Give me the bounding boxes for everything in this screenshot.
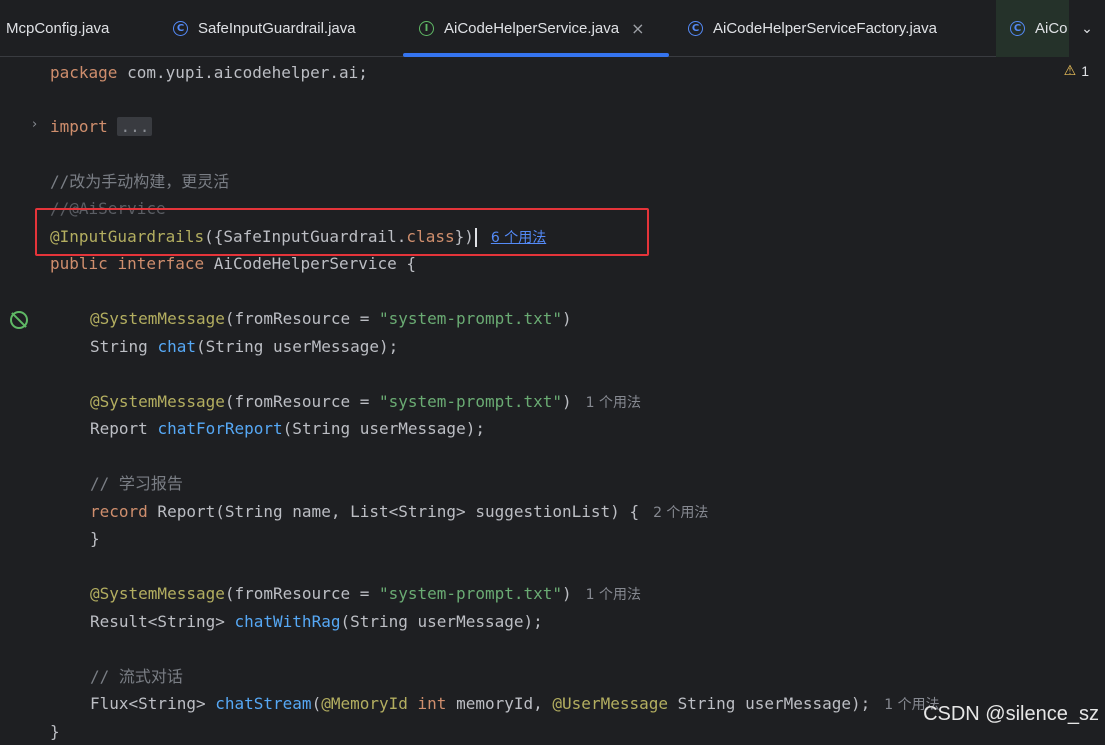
code-line: Report chatForReport(String userMessage)… [90,419,485,438]
code-editor[interactable]: package com.yupi.aicodehelper.ai; import… [50,57,1105,741]
class-icon: C [1010,21,1025,36]
code-line: Result<String> chatWithRag(String userMe… [90,612,543,631]
implementation-gutter-icon[interactable] [10,311,28,329]
code-line: @SystemMessage(fromResource = "system-pr… [90,392,642,411]
code-line: @SystemMessage(fromResource = "system-pr… [90,584,642,603]
tab-label: AiCo [1035,20,1068,37]
tab-label: McpConfig.java [6,20,110,37]
usages-hint[interactable]: 2 个用法 [653,505,708,521]
code-line: Flux<String> chatStream(@MemoryId int me… [90,694,940,713]
code-line: package com.yupi.aicodehelper.ai; [50,63,368,82]
tab-ai-code-helper-service-factory[interactable]: C AiCodeHelperServiceFactory.java [688,0,937,57]
code-line: // 流式对话 [90,667,183,686]
folded-imports[interactable]: ... [117,117,153,136]
class-icon: C [173,21,188,36]
interface-icon: I [419,21,434,36]
usages-hint[interactable]: 1 个用法 [586,587,641,603]
code-line: String chat(String userMessage); [90,337,399,356]
class-icon: C [688,21,703,36]
highlight-annotation-box [35,208,649,256]
fold-chevron-icon[interactable]: › [32,117,37,132]
tab-safe-input-guardrail[interactable]: C SafeInputGuardrail.java [173,0,356,57]
code-line: // 学习报告 [90,474,183,493]
code-line: } [50,722,60,741]
close-icon[interactable]: × [631,19,644,38]
code-line: //改为手动构建，更灵活 [50,172,230,191]
tab-mcp-config[interactable]: McpConfig.java [6,0,109,57]
editor-gutter: › [0,57,44,734]
usages-hint[interactable]: 1 个用法 [586,395,641,411]
editor-tab-bar: McpConfig.java C SafeInputGuardrail.java… [0,0,1105,57]
tab-label: AiCodeHelperServiceFactory.java [713,20,937,37]
code-line: record Report(String name, List<String> … [90,502,709,521]
chevron-down-icon[interactable]: ⌄ [1069,0,1105,57]
tab-ai-code-helper-service[interactable]: I AiCodeHelperService.java × [403,0,668,57]
code-line: import ... [50,113,153,140]
code-line: @SystemMessage(fromResource = "system-pr… [90,309,572,328]
code-line: } [90,529,100,548]
tab-label: SafeInputGuardrail.java [198,20,356,37]
tab-label: AiCodeHelperService.java [444,20,620,37]
watermark: CSDN @silence_sz [923,703,1099,725]
